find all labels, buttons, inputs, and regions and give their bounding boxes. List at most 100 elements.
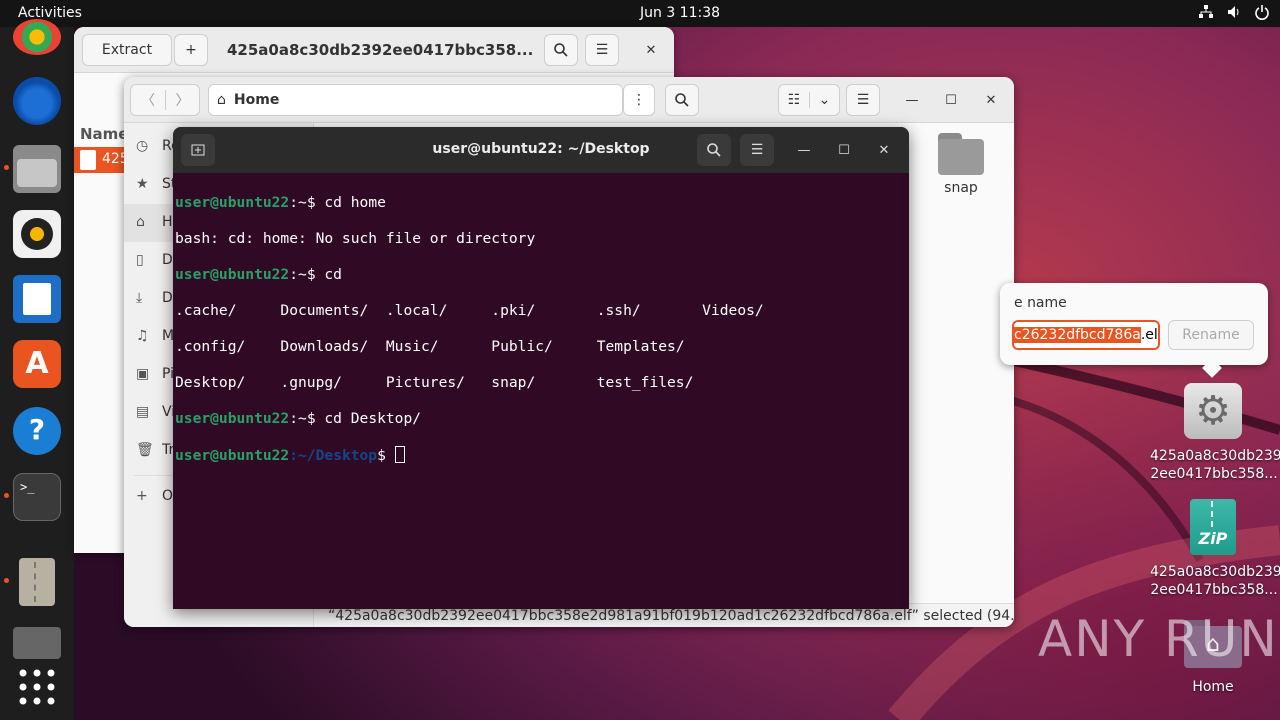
menu-button[interactable]: ☰ <box>585 34 619 66</box>
label-line: 425a0a8c30db239 <box>1150 448 1280 464</box>
terminal-headerbar: user@ubuntu22: ~/Desktop ☰ — ☐ ✕ <box>173 127 909 173</box>
terminal-scrollbar[interactable] <box>901 173 909 609</box>
running-indicator <box>4 165 9 170</box>
chrome-icon[interactable] <box>13 19 61 55</box>
show-apps-icon[interactable] <box>13 663 61 711</box>
search-button[interactable] <box>665 84 699 116</box>
rename-popover: e name c26232dfbcd786a.elf Rename <box>1000 283 1268 378</box>
rename-selection: c26232dfbcd786a <box>1014 327 1141 343</box>
folder-label[interactable]: snap <box>924 180 998 196</box>
menu-button[interactable]: ☰ <box>740 134 774 166</box>
gear-icon: ⚙ <box>1195 388 1231 434</box>
command-text: $ cd <box>306 266 342 283</box>
writer-icon[interactable] <box>13 275 61 323</box>
power-icon <box>1254 4 1270 20</box>
archive-title: 425a0a8c30db2392ee0417bbc358... <box>227 41 534 59</box>
search-button[interactable] <box>544 34 578 66</box>
terminal-line: .cache/ Documents/ .local/ .pki/ .ssh/ V… <box>175 302 903 320</box>
location-menu-button[interactable]: ⋮ <box>623 84 655 116</box>
document-icon: ▯ <box>136 252 144 268</box>
output-text: .cache/ Documents/ .local/ .pki/ .ssh/ V… <box>175 302 764 319</box>
folder-icon[interactable] <box>938 133 984 175</box>
running-indicator <box>4 493 9 498</box>
recent-icon: ◷ <box>136 138 149 154</box>
menu-button[interactable]: ☰ <box>846 84 880 116</box>
nav-buttons[interactable]: 〈 〉 <box>130 84 200 116</box>
search-button[interactable] <box>697 134 731 166</box>
list-view-icon: ☷ <box>787 92 801 108</box>
video-icon: ▤ <box>136 404 150 420</box>
rename-button[interactable]: Rename <box>1168 320 1254 350</box>
sidebar-item-label: D <box>162 252 173 268</box>
plus-icon: + <box>185 42 197 58</box>
prompt-user: user@ubuntu22 <box>175 266 290 283</box>
executable-file-icon[interactable]: ⚙ <box>1184 383 1242 439</box>
extract-button[interactable]: Extract <box>82 34 172 66</box>
close-icon[interactable]: ✕ <box>872 138 896 162</box>
output-text: bash: cd: home: No such file or director… <box>175 230 536 247</box>
terminal-line: user@ubuntu22:~$ cd home <box>175 194 903 212</box>
prompt-path: :~ <box>289 410 307 427</box>
rename-field[interactable]: c26232dfbcd786a.elf <box>1012 320 1160 350</box>
label-line: 2ee0417bbc358... <box>1150 582 1278 598</box>
close-icon[interactable]: ✕ <box>639 38 663 62</box>
text-cursor <box>394 446 405 463</box>
files-icon[interactable] <box>13 145 61 193</box>
star-icon: ★ <box>136 176 149 192</box>
minimize-icon[interactable]: — <box>900 88 924 112</box>
hamburger-icon: ☰ <box>856 92 870 108</box>
close-icon[interactable]: ✕ <box>979 88 1003 112</box>
sidebar-item-label: D <box>162 290 173 306</box>
rhythmbox-icon[interactable] <box>13 210 61 258</box>
prompt-user: user@ubuntu22 <box>175 447 290 464</box>
help-icon[interactable]: ? <box>13 407 61 455</box>
hamburger-icon: ☰ <box>595 42 609 58</box>
clock[interactable]: Jun 3 11:38 <box>640 5 720 21</box>
zip-badge: ZiP <box>1198 529 1228 548</box>
minimize-icon[interactable]: — <box>792 138 816 162</box>
home-icon: ⌂ <box>217 92 226 108</box>
back-icon[interactable]: 〈 <box>131 90 165 110</box>
column-header-name[interactable]: Name <box>80 125 128 143</box>
dock: A ? >_ <box>0 19 74 720</box>
desktop-icon-label[interactable]: 425a0a8c30db239 2ee0417bbc358... <box>1150 563 1280 599</box>
system-tray[interactable] <box>1198 4 1270 20</box>
sidebar-item-label: H <box>162 214 173 230</box>
thunderbird-icon[interactable] <box>13 77 61 125</box>
plus-icon: + <box>136 488 148 504</box>
terminal-line: bash: cd: home: No such file or director… <box>175 230 903 248</box>
add-button[interactable]: + <box>174 34 208 66</box>
activities-button[interactable]: Activities <box>18 5 82 21</box>
desktop-icon-label[interactable]: Home <box>1170 678 1256 696</box>
top-bar: Activities Jun 3 11:38 <box>0 0 1280 27</box>
label-line: 2ee0417bbc358... <box>1150 466 1278 482</box>
search-icon <box>675 93 689 107</box>
volume-icon <box>1226 4 1242 20</box>
maximize-icon[interactable]: ☐ <box>939 88 963 112</box>
drive-icon[interactable] <box>13 627 61 659</box>
prompt-path: :~/Desktop <box>289 447 378 464</box>
desktop-icon-label[interactable]: 425a0a8c30db239 2ee0417bbc358... <box>1150 447 1280 483</box>
terminal-line: user@ubuntu22:~$ cd Desktop/ <box>175 410 903 428</box>
zipper-icon <box>1211 501 1215 527</box>
watermark: ANY RUN <box>1038 610 1279 668</box>
search-icon <box>707 143 721 157</box>
zip-file-icon[interactable]: ZiP <box>1190 499 1236 555</box>
maximize-icon[interactable]: ☐ <box>832 138 856 162</box>
terminal-icon[interactable]: >_ <box>13 473 61 521</box>
app-center-icon[interactable]: A <box>13 340 61 388</box>
trash-icon: 🗑 <box>136 442 154 458</box>
archive-manager-icon[interactable] <box>19 558 55 606</box>
terminal-output[interactable]: user@ubuntu22:~$ cd home bash: cd: home:… <box>175 176 903 606</box>
terminal-line: Desktop/ .gnupg/ Pictures/ snap/ test_fi… <box>175 374 903 392</box>
location-bar[interactable]: ⌂ Home <box>208 84 623 116</box>
archive-headerbar: Extract + 425a0a8c30db2392ee0417bbc358..… <box>74 27 674 73</box>
forward-icon[interactable]: 〉 <box>165 90 199 110</box>
output-text: Desktop/ .gnupg/ Pictures/ snap/ test_fi… <box>175 374 694 391</box>
picture-icon: ▣ <box>136 366 150 382</box>
rename-label: e name <box>1014 295 1067 311</box>
rename-extension: .elf <box>1140 327 1158 343</box>
download-icon: ⤓ <box>136 290 143 306</box>
terminal-line: .config/ Downloads/ Music/ Public/ Templ… <box>175 338 903 356</box>
view-options-button[interactable]: ☷ ⌄ <box>778 84 840 116</box>
